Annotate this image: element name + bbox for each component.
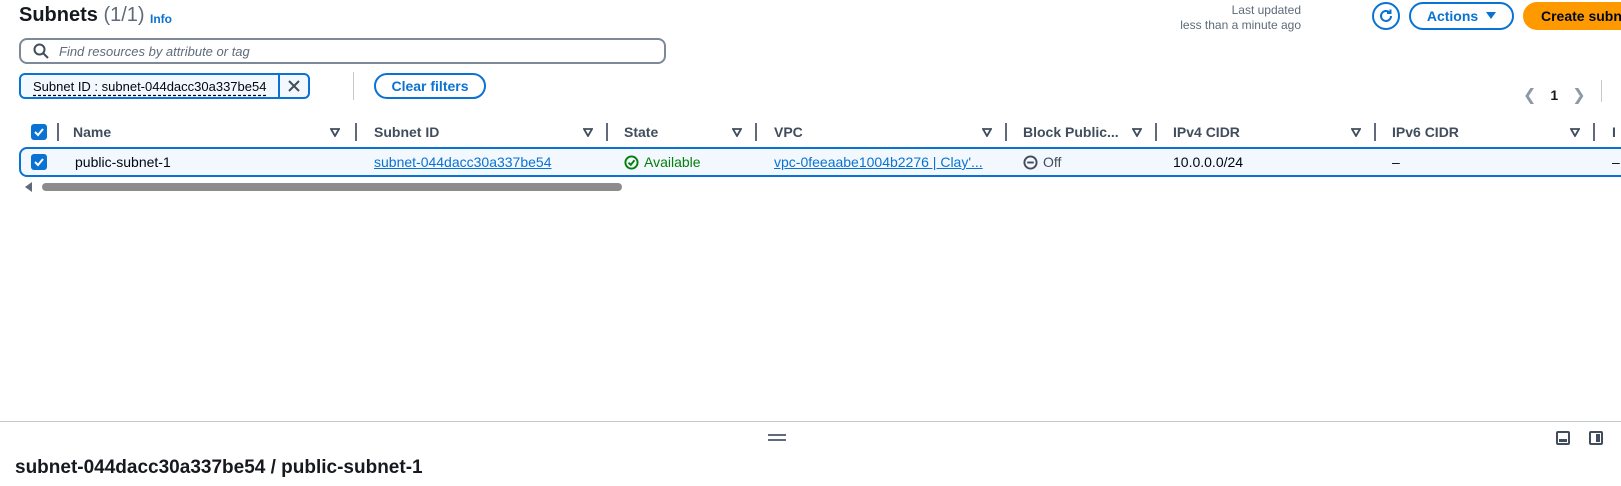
status-success-icon: [624, 154, 639, 170]
sort-icon[interactable]: [1351, 121, 1361, 143]
filter-token-label[interactable]: Subnet ID : subnet-044dacc30a337be54: [21, 75, 278, 97]
column-header-subnet-id[interactable]: Subnet ID: [374, 121, 439, 143]
page-title: Subnets (1/1): [19, 4, 145, 27]
sort-icon[interactable]: [1132, 121, 1142, 143]
last-updated-label: Last updated: [1231, 3, 1301, 17]
column-header-name[interactable]: Name: [73, 121, 111, 143]
column-divider[interactable]: [1005, 123, 1007, 141]
block-public-text: Off: [1043, 154, 1062, 170]
cell-ipv6-cidr: –: [1392, 154, 1400, 170]
sort-icon[interactable]: [1570, 121, 1580, 143]
cell-vpc-link[interactable]: vpc-0feeaabe1004b2276 | Clay'...: [774, 153, 983, 171]
sort-icon[interactable]: [583, 121, 593, 143]
clear-filters-button[interactable]: Clear filters: [374, 73, 486, 99]
actions-label: Actions: [1426, 8, 1479, 24]
actions-button[interactable]: Actions: [1409, 2, 1514, 30]
column-divider: [57, 123, 59, 141]
cell-subnet-id-link[interactable]: subnet-044dacc30a337be54: [374, 153, 552, 171]
sort-icon[interactable]: [982, 121, 992, 143]
drag-handle-icon[interactable]: [768, 434, 786, 444]
cell-truncated: –: [1612, 154, 1620, 170]
cell-block-public-access: Off: [1023, 153, 1061, 171]
column-header-truncated[interactable]: I: [1612, 121, 1616, 143]
search-input[interactable]: [59, 43, 639, 59]
filter-token[interactable]: Subnet ID : subnet-044dacc30a337be54: [19, 73, 311, 99]
last-updated: Last updated less than a minute ago: [1101, 3, 1301, 33]
page-number[interactable]: 1: [1550, 87, 1558, 103]
column-divider[interactable]: [606, 123, 608, 141]
divider: [353, 72, 354, 100]
search-icon: [33, 43, 49, 59]
close-icon: [288, 80, 301, 92]
cell-state: Available: [624, 153, 701, 171]
scroll-left-arrow[interactable]: [25, 182, 32, 192]
horizontal-scrollbar[interactable]: [42, 183, 622, 191]
checkbox[interactable]: [31, 124, 47, 140]
panel-position-bottom-icon[interactable]: [1556, 431, 1570, 445]
column-divider[interactable]: [755, 123, 757, 141]
sort-icon[interactable]: [732, 121, 742, 143]
search-field[interactable]: [19, 38, 666, 64]
cell-ipv4-cidr: 10.0.0.0/24: [1173, 154, 1244, 170]
last-updated-value: less than a minute ago: [1180, 18, 1301, 32]
status-stopped-icon: [1023, 154, 1038, 170]
pagination: ❮ 1 ❯: [1523, 85, 1586, 105]
column-header-vpc[interactable]: VPC: [774, 121, 803, 143]
checkbox[interactable]: [31, 154, 47, 170]
detail-panel-title: subnet-044dacc30a337be54 / public-subnet…: [15, 457, 423, 478]
column-divider[interactable]: [1374, 123, 1376, 141]
column-divider[interactable]: [355, 123, 357, 141]
panel-position-side-icon[interactable]: [1589, 431, 1603, 445]
refresh-button[interactable]: [1372, 2, 1400, 30]
column-divider[interactable]: [1155, 123, 1157, 141]
next-page-icon[interactable]: ❯: [1572, 85, 1585, 105]
split-panel-divider: [0, 421, 1621, 422]
refresh-icon: [1380, 9, 1392, 22]
column-divider[interactable]: [1593, 123, 1595, 141]
column-header-ipv4-cidr[interactable]: IPv4 CIDR: [1173, 121, 1240, 143]
resource-count: (1/1): [103, 4, 145, 26]
create-subnet-button[interactable]: Create subnet: [1523, 2, 1621, 30]
row-checkbox[interactable]: [31, 153, 47, 171]
sort-icon[interactable]: [330, 121, 340, 143]
check-icon: [34, 128, 44, 137]
column-header-ipv6-cidr[interactable]: IPv6 CIDR: [1392, 121, 1459, 143]
divider: [1601, 80, 1602, 102]
cell-name: public-subnet-1: [75, 154, 171, 170]
page-title-text: Subnets: [19, 4, 98, 26]
info-link[interactable]: Info: [150, 12, 172, 26]
select-all-checkbox[interactable]: [31, 121, 47, 143]
state-text: Available: [644, 154, 701, 170]
column-header-block-public-access[interactable]: Block Public...: [1023, 121, 1119, 143]
remove-filter-button[interactable]: [278, 75, 308, 97]
column-header-state[interactable]: State: [624, 121, 658, 143]
caret-down-icon: [1486, 12, 1497, 19]
previous-page-icon[interactable]: ❮: [1523, 85, 1536, 105]
check-icon: [34, 158, 44, 167]
